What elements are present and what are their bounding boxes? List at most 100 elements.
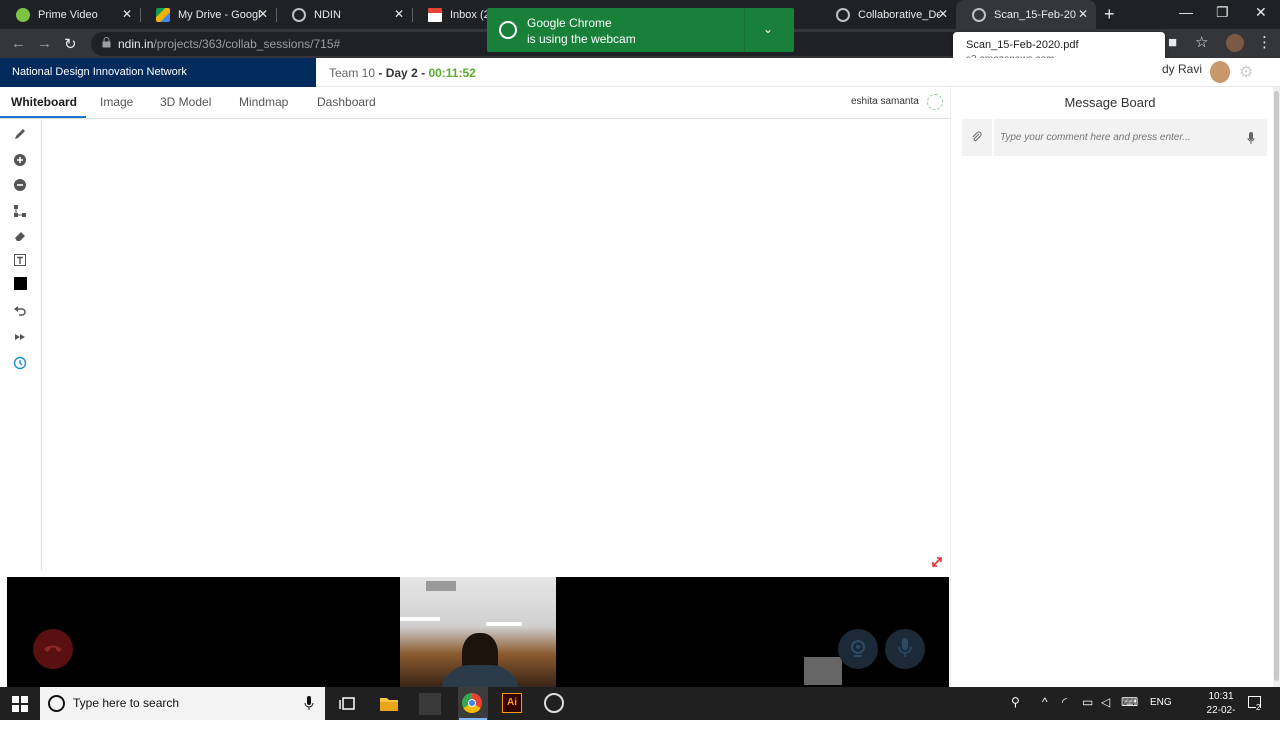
workspace-tabs: Whiteboard Image 3D Model Mindmap Dashbo… [0,87,950,119]
phone-icon [44,645,62,652]
attach-button[interactable] [962,119,992,156]
taskbar-search-box[interactable]: Type here to search [40,687,325,720]
windows-taskbar: Type here to search Ai ⚲ ^ ◜ ▭ ◁ ⌨ ENG 1… [0,687,1280,730]
camera-toggle-button[interactable] [838,629,878,669]
browser-tab-prime-video[interactable]: Prime Video ✕ [0,0,141,29]
tab-mindmap[interactable]: Mindmap [239,95,288,109]
tab-3d-model[interactable]: 3D Model [160,95,211,109]
star-icon[interactable]: ☆ [1195,33,1208,51]
kebab-menu-icon[interactable]: ⋮ [1257,33,1272,51]
close-icon[interactable]: ✕ [1078,7,1088,21]
google-drive-icon [156,7,170,22]
battery-icon[interactable]: ▭ [1082,695,1093,709]
page-scrollbar[interactable] [1273,87,1280,687]
globe-icon [836,7,850,22]
chevron-down-icon[interactable]: ⌄ [763,22,773,36]
people-icon[interactable]: ⚲ [1011,695,1020,709]
active-tab-underline [0,116,86,118]
brand-title: National Design Innovation Network [0,58,316,87]
text-tool-icon[interactable] [12,252,28,268]
message-board-panel: Message Board [950,87,1280,687]
clock-date: 22-02-2020 [1206,705,1236,730]
browser-tab-google-drive[interactable]: My Drive - Google ✕ [140,0,277,29]
language-indicator[interactable]: ENG [1150,697,1172,708]
history-icon[interactable] [12,355,28,371]
illustrator-icon[interactable]: Ai [502,693,522,713]
tab-title: Collaborative_Desi [858,8,940,21]
chrome-icon-center [468,699,476,707]
current-user-name[interactable]: dy Ravi [1162,62,1202,76]
chevron-up-icon[interactable]: ^ [1042,695,1048,709]
scrollbar-thumb[interactable] [1274,91,1279,681]
close-icon[interactable]: ✕ [122,7,132,21]
color-picker-swatch[interactable] [12,275,28,291]
zoom-in-icon[interactable] [12,152,28,168]
gear-icon[interactable]: ⚙ [1239,62,1253,82]
day-label: Day 2 [385,66,418,80]
close-window-icon[interactable]: ✕ [1255,4,1267,21]
eraser-icon[interactable] [12,228,28,244]
lock-icon [102,37,111,48]
whiteboard-toolbar [0,120,42,570]
video-call-panel [7,577,949,687]
keyboard-icon[interactable]: ⌨ [1121,695,1138,709]
back-arrow-icon[interactable]: ← [11,35,26,52]
tab-whiteboard[interactable]: Whiteboard [11,95,77,109]
tab-image[interactable]: Image [100,95,133,109]
session-header: Team 10 - Day 2 - 00:11:52 dy Ravi ⚙ [316,58,1280,87]
game-app-icon[interactable] [419,693,441,715]
task-view-icon[interactable] [337,693,359,715]
cortana-icon [48,695,65,712]
notification-count: 2 [1256,703,1261,712]
browser-tab-ndin[interactable]: NDIN ✕ [276,0,413,29]
browser-tab-scan-pdf[interactable]: Scan_15-Feb-2020 ✕ [956,0,1096,29]
close-icon[interactable]: ✕ [938,7,948,21]
webcam-notice-line1: Google Chrome [527,16,612,30]
mic-toggle-button[interactable] [885,629,925,669]
browser-tab-collaborative[interactable]: Collaborative_Desi ✕ [820,0,957,29]
forward-arrow-icon[interactable]: → [37,35,52,52]
volume-icon[interactable]: ◁ [1101,695,1110,709]
reload-icon[interactable]: ↻ [64,35,77,53]
video-camera-icon[interactable]: ■ [1168,34,1177,51]
hang-up-button[interactable] [33,629,73,669]
zoom-out-icon[interactable] [12,177,28,193]
user-avatar[interactable] [1210,61,1230,83]
message-board-title: Message Board [1064,95,1156,110]
ceiling-light [400,617,440,621]
expand-icon[interactable] [930,555,944,569]
wifi-icon[interactable]: ◜ [1062,695,1067,709]
tab-dashboard[interactable]: Dashboard [317,95,376,109]
comment-input[interactable] [994,119,1267,156]
pencil-icon[interactable] [12,126,28,142]
url-path: /projects/363/collab_sessions/715# [153,37,341,51]
minimize-icon[interactable]: — [1179,4,1193,20]
user-name: dy Ravi [1161,62,1202,76]
tooltip-filename: Scan_15-Feb-2020.pdf [966,39,1079,51]
obs-icon[interactable] [544,693,564,713]
globe-icon [292,7,306,22]
team-name: Team 10 [329,66,376,80]
microphone-icon[interactable] [304,696,314,710]
close-icon[interactable]: ✕ [394,7,404,21]
prime-video-icon [16,7,30,22]
self-view-thumbnail [804,657,842,685]
maximize-icon[interactable]: ❐ [1216,4,1229,21]
windows-start-icon[interactable] [12,696,28,712]
new-tab-button[interactable]: + [1104,4,1115,25]
file-explorer-icon[interactable] [378,693,400,715]
profile-avatar[interactable] [1226,34,1244,52]
close-icon[interactable]: ✕ [258,7,268,21]
undo-icon[interactable] [12,303,28,319]
whiteboard-canvas[interactable] [42,120,950,572]
url-domain: ndin.in [118,37,154,51]
globe-icon [972,7,986,22]
remote-video-feed [400,577,556,687]
paperclip-icon [972,131,982,142]
connector-icon[interactable] [12,203,28,219]
webcam-in-use-notice[interactable]: Google Chrome is using the webcam ⌄ [487,8,794,52]
webcam-icon [851,640,865,657]
taskbar-clock[interactable]: 10:31 22-02-2020 [1199,690,1243,732]
microphone-icon[interactable] [1247,132,1255,144]
fast-forward-icon[interactable] [12,329,28,345]
